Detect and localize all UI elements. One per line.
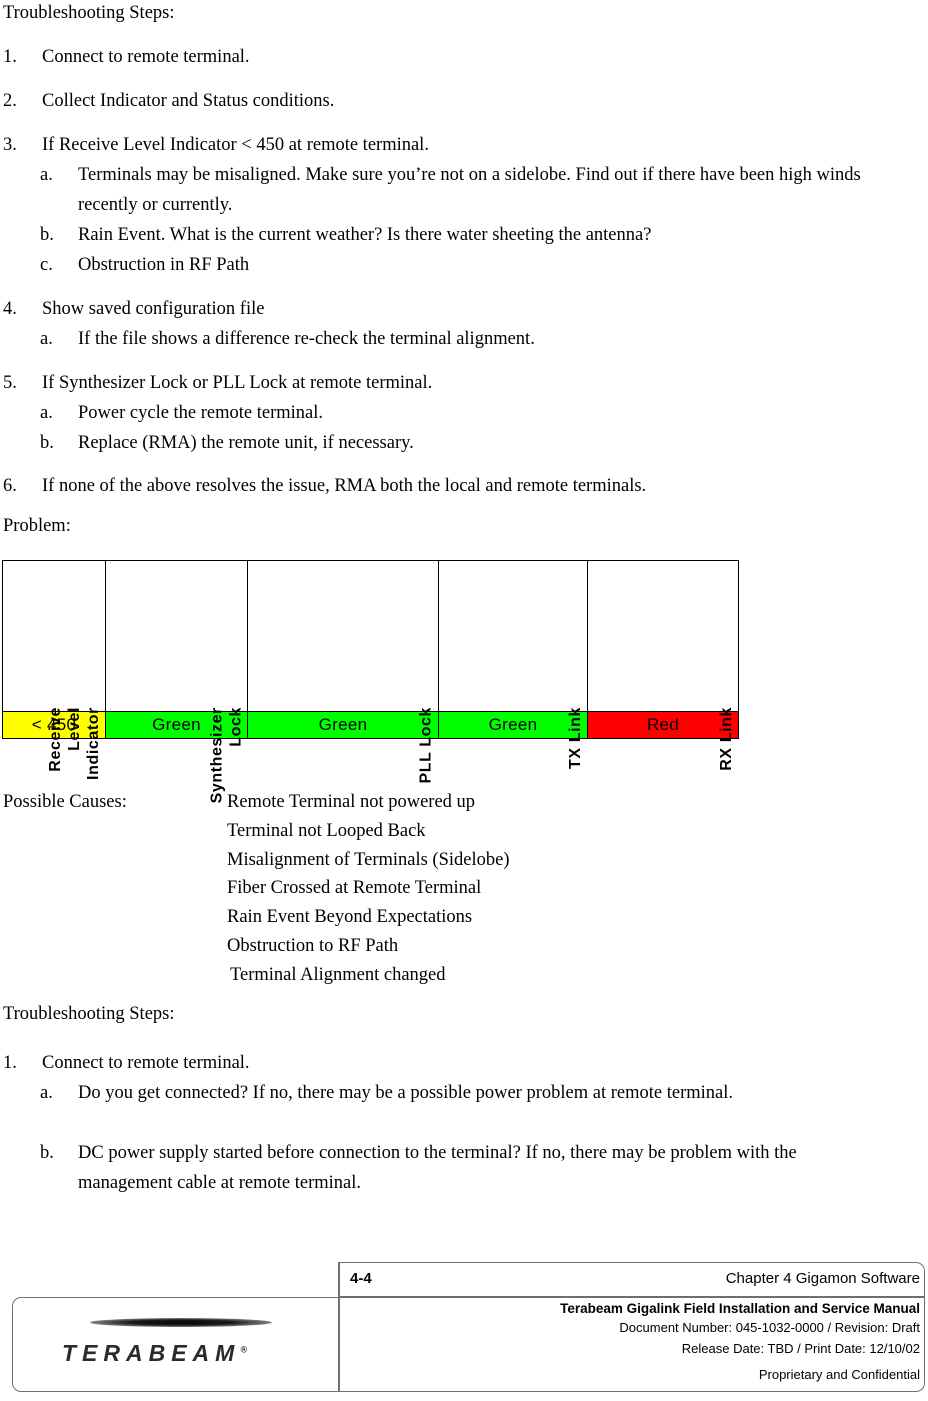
sub-list-text: Do you get connected? If no, there may b… — [78, 1083, 733, 1103]
sub-list-text: Replace (RMA) the remote unit, if necess… — [78, 433, 414, 453]
header-cell-tx-link: TX Link — [438, 560, 588, 769]
sub-list-text: If the file shows a difference re-check … — [78, 329, 535, 349]
sub-list-marker: c. — [40, 255, 53, 275]
list-item: 3. If Receive Level Indicator < 450 at r… — [3, 130, 923, 160]
list-text: Collect Indicator and Status conditions. — [42, 91, 335, 111]
list-marker: 5. — [3, 373, 17, 393]
sub-list-text: Obstruction in RF Path — [78, 255, 250, 275]
list-text: Connect to remote terminal. — [42, 1053, 250, 1073]
cause-item: Remote Terminal not powered up — [227, 792, 476, 812]
possible-causes-label: Possible Causes: — [3, 792, 127, 812]
terabeam-logo: TERABEAM® — [62, 1318, 312, 1380]
list-text: Show saved configuration file — [42, 299, 265, 319]
cause-item: Fiber Crossed at Remote Terminal — [227, 878, 482, 899]
chapter-label: Chapter 4 Gigamon Software — [725, 1270, 920, 1287]
footer-horizontal-divider — [339, 1296, 924, 1298]
list-item: 5. If Synthesizer Lock or PLL Lock at re… — [3, 368, 923, 398]
cause-item: Misalignment of Terminals (Sidelobe) — [227, 849, 510, 870]
status-indicator-table: Receive Level Indicator Synthesizer Lock… — [2, 560, 739, 803]
sub-list-item: a. Do you get connected? If no, there ma… — [40, 1078, 850, 1108]
list-marker: 1. — [3, 1053, 17, 1073]
list-item: 4. Show saved configuration file — [3, 294, 923, 324]
list-marker: 3. — [3, 135, 17, 155]
header-cell-pll-lock: PLL Lock — [247, 560, 439, 784]
header-label: TX Link — [567, 707, 584, 769]
sub-list-marker: b. — [40, 225, 54, 245]
header-label: RX Link — [718, 707, 735, 771]
list-marker: 1. — [3, 47, 17, 67]
list-marker: 4. — [3, 299, 17, 319]
sub-list-text: Rain Event. What is the current weather?… — [78, 225, 652, 245]
sub-list-text: Terminals may be misaligned. Make sure y… — [78, 165, 861, 215]
header-cell-receive-level-indicator: Receive Level Indicator — [2, 560, 106, 780]
list-marker: 2. — [3, 91, 17, 111]
sub-list-marker: a. — [40, 1083, 53, 1103]
lens-icon — [90, 1318, 272, 1327]
list-text: If Receive Level Indicator < 450 at remo… — [42, 135, 429, 155]
list-item: 1. Connect to remote terminal. — [3, 1048, 923, 1078]
value-cell-pll-lock: Green — [247, 711, 439, 739]
header-cell-synthesizer-lock: Synthesizer Lock — [105, 560, 248, 803]
troubleshooting-steps-heading-top: Troubleshooting Steps: — [3, 3, 175, 23]
document-number-line: Document Number: 045-1032-0000 / Revisio… — [619, 1320, 920, 1335]
sub-list-marker: a. — [40, 329, 53, 349]
sub-list-marker: b. — [40, 433, 54, 453]
sub-list-marker: a. — [40, 403, 53, 423]
sub-list-item: c. Obstruction in RF Path — [40, 250, 920, 280]
header-cell-rx-link: RX Link — [587, 560, 739, 771]
sub-list-item: a. If the file shows a difference re-che… — [40, 324, 920, 354]
sub-list-item: a. Terminals may be misaligned. Make sur… — [40, 160, 885, 220]
logo-wordmark: TERABEAM® — [62, 1340, 247, 1367]
manual-title: Terabeam Gigalink Field Installation and… — [560, 1301, 920, 1316]
sub-list-text: DC power supply started before connectio… — [78, 1143, 797, 1193]
sub-list-marker: b. — [40, 1143, 54, 1163]
confidentiality-notice: Proprietary and Confidential — [758, 1367, 920, 1382]
table-row: < 450 Green Green Green Red — [2, 711, 739, 739]
page-number: 4-4 — [350, 1270, 372, 1287]
logo-wordmark-text: TERABEAM — [62, 1340, 241, 1366]
possible-causes-list: Remote Terminal not powered up Terminal … — [227, 788, 510, 990]
cause-item: Terminal Alignment changed — [230, 964, 446, 985]
list-text: If Synthesizer Lock or PLL Lock at remot… — [42, 373, 433, 393]
table-header-row: Receive Level Indicator Synthesizer Lock… — [2, 560, 739, 803]
sub-list-item: b. DC power supply started before connec… — [40, 1138, 855, 1198]
sub-list-marker: a. — [40, 165, 53, 185]
list-item: 6. If none of the above resolves the iss… — [3, 471, 923, 501]
cause-item: Rain Event Beyond Expectations — [227, 907, 473, 928]
sub-list-item: b. Rain Event. What is the current weath… — [40, 220, 920, 250]
footer-vertical-divider — [338, 1262, 340, 1392]
header-label: PLL Lock — [418, 707, 435, 784]
registered-trademark-icon: ® — [240, 1344, 247, 1355]
sub-list-text: Power cycle the remote terminal. — [78, 403, 324, 423]
document-page: Troubleshooting Steps: 1. Connect to rem… — [0, 0, 928, 1401]
cause-item: Terminal not Looped Back — [227, 820, 426, 841]
troubleshooting-steps-heading-bottom: Troubleshooting Steps: — [3, 1004, 175, 1024]
list-text: If none of the above resolves the issue,… — [42, 476, 647, 496]
sub-list-item: b. Replace (RMA) the remote unit, if nec… — [40, 428, 920, 458]
release-date-line: Release Date: TBD / Print Date: 12/10/02 — [681, 1341, 920, 1356]
list-item: 2. Collect Indicator and Status conditio… — [3, 86, 923, 116]
list-item: 1. Connect to remote terminal. — [3, 42, 923, 72]
sub-list-item: a. Power cycle the remote terminal. — [40, 398, 920, 428]
problem-label: Problem: — [3, 516, 71, 536]
list-text: Connect to remote terminal. — [42, 47, 250, 67]
list-marker: 6. — [3, 476, 17, 496]
cause-item: Obstruction to RF Path — [227, 935, 399, 956]
